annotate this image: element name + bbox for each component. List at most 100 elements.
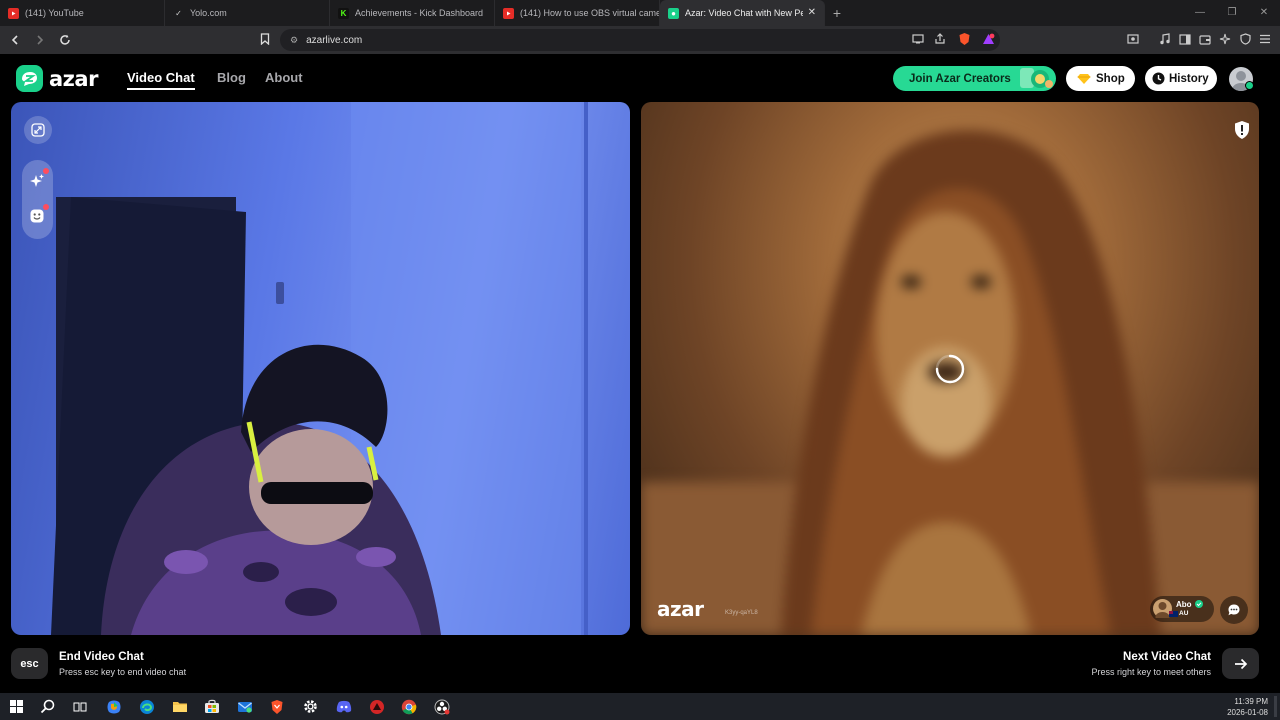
task-view-icon[interactable] [70,697,89,716]
face-filter-icon [30,209,44,223]
history-label: History [1169,72,1209,85]
next-chat-button[interactable] [1222,648,1259,679]
system-clock[interactable]: 11:39 PM 2026-01-08 [1227,696,1268,718]
join-creators-label: Join Azar Creators [909,72,1011,85]
close-window-icon[interactable]: ✕ [1248,0,1280,26]
tab-label: Achievements - Kick Dashboard [355,8,484,18]
gem-icon [1077,73,1091,84]
nav-blog[interactable]: Blog [217,70,246,85]
tab-label: Azar: Video Chat with New Pe [685,8,803,18]
share-icon[interactable] [931,30,949,48]
reload-icon[interactable] [55,30,75,50]
open-chat-button[interactable] [1220,596,1248,624]
chrome-icon[interactable] [399,697,418,716]
brave-browser-icon[interactable] [261,693,292,720]
forward-icon[interactable] [30,30,50,50]
azar-watermark: azar [657,597,704,621]
restore-icon[interactable]: ❐ [1216,0,1248,26]
history-button[interactable]: History [1145,66,1217,91]
discord-icon[interactable] [334,697,353,716]
vpn-icon[interactable] [1236,30,1254,48]
watermark-id: K3yy-qaYL8 [725,610,758,616]
collapse-icon [31,123,45,137]
shield-alert-icon [1235,121,1249,139]
video-tools-panel [22,160,53,239]
filter-notification-dot [43,204,49,210]
settings-icon[interactable] [301,697,320,716]
nav-about[interactable]: About [265,70,303,85]
browser-toolbar: ⚙ azarlive.com [0,26,1280,54]
browser-tab[interactable]: ✓ Yolo.com [165,0,330,26]
sparkle-icon [30,174,44,187]
sidebar-icon[interactable] [1176,30,1194,48]
browser-tab-active[interactable]: ● Azar: Video Chat with New Pe ✕ [660,0,825,26]
kick-icon: K [338,7,349,19]
music-icon[interactable] [1156,30,1174,48]
youtube-icon [503,7,514,19]
end-chat-key[interactable]: esc [11,648,48,679]
windows-taskbar: 11:39 PM 2026-01-08 [0,693,1280,720]
collapse-video-button[interactable] [24,116,52,144]
azar-icon: ● [668,7,679,19]
new-tab-button[interactable]: + [825,5,849,21]
creators-badge-icon [1020,68,1053,88]
end-chat-title[interactable]: End Video Chat [59,651,144,663]
site-settings-icon[interactable]: ⚙ [290,35,298,46]
window-controls: — ❐ ✕ [1184,0,1280,26]
tab-label: (141) How to use OBS virtual camera [520,8,660,18]
url-text: azarlive.com [306,34,363,46]
app-icon[interactable] [367,697,386,716]
site-header: azar Video Chat Blog About Join Azar Cre… [0,54,1280,102]
report-button[interactable] [1233,120,1251,145]
verified-icon [1195,600,1203,608]
cast-icon[interactable] [909,30,927,48]
shop-button[interactable]: Shop [1066,66,1135,91]
azar-logo[interactable]: azar [16,65,98,92]
close-tab-icon[interactable]: ✕ [808,7,816,18]
clock-date: 2026-01-08 [1227,708,1268,717]
browser-tab-bar: (141) YouTube ✓ Yolo.com K Achievements … [0,0,1280,26]
online-status-dot [1245,81,1254,90]
obs-icon[interactable] [432,697,451,716]
screenshot-icon[interactable] [1124,30,1142,48]
clock-time: 11:39 PM [1234,697,1268,706]
show-desktop-button[interactable] [1274,696,1277,717]
back-icon[interactable] [5,30,25,50]
peer-info-badge[interactable]: Abo AU [1150,596,1214,622]
browser-tab[interactable]: K Achievements - Kick Dashboard [330,0,495,26]
leo-ai-icon[interactable] [1216,30,1234,48]
tab-label: (141) YouTube [25,8,84,18]
shop-label: Shop [1096,72,1125,85]
brave-rewards-icon[interactable] [979,30,997,48]
flag-au-icon [1169,611,1178,617]
remote-video: azar K3yy-qaYL8 Abo AU [641,102,1259,635]
wallet-icon[interactable] [1196,30,1214,48]
copilot-icon[interactable] [104,697,123,716]
self-video-scene [51,102,588,635]
store-icon[interactable] [202,697,221,716]
mail-icon[interactable] [235,697,254,716]
tab-label: Yolo.com [190,8,227,18]
nav-video-chat[interactable]: Video Chat [127,70,195,90]
brave-shields-icon[interactable] [955,30,973,48]
bookmark-icon[interactable] [256,30,274,48]
chat-controls-bar: esc End Video Chat Press esc key to end … [0,640,1280,693]
next-chat-title[interactable]: Next Video Chat [1123,651,1211,663]
loading-spinner-icon [935,354,965,384]
search-icon[interactable] [38,697,57,716]
youtube-icon [8,7,19,19]
edge-icon[interactable] [137,697,156,716]
url-bar[interactable]: ⚙ azarlive.com [280,29,1000,51]
browser-tab[interactable]: (141) How to use OBS virtual camera [495,0,660,26]
file-explorer-icon[interactable] [170,697,189,716]
clock-icon [1152,72,1165,85]
arrow-right-icon [1234,658,1247,669]
peer-name: Abo [1176,600,1192,609]
join-creators-button[interactable]: Join Azar Creators [893,66,1056,91]
minimize-icon[interactable]: — [1184,0,1216,26]
start-icon[interactable] [7,697,26,716]
effects-notification-dot [43,168,49,174]
browser-tab[interactable]: (141) YouTube [0,0,165,26]
menu-icon[interactable] [1256,30,1274,48]
peer-country: AU [1179,610,1189,617]
